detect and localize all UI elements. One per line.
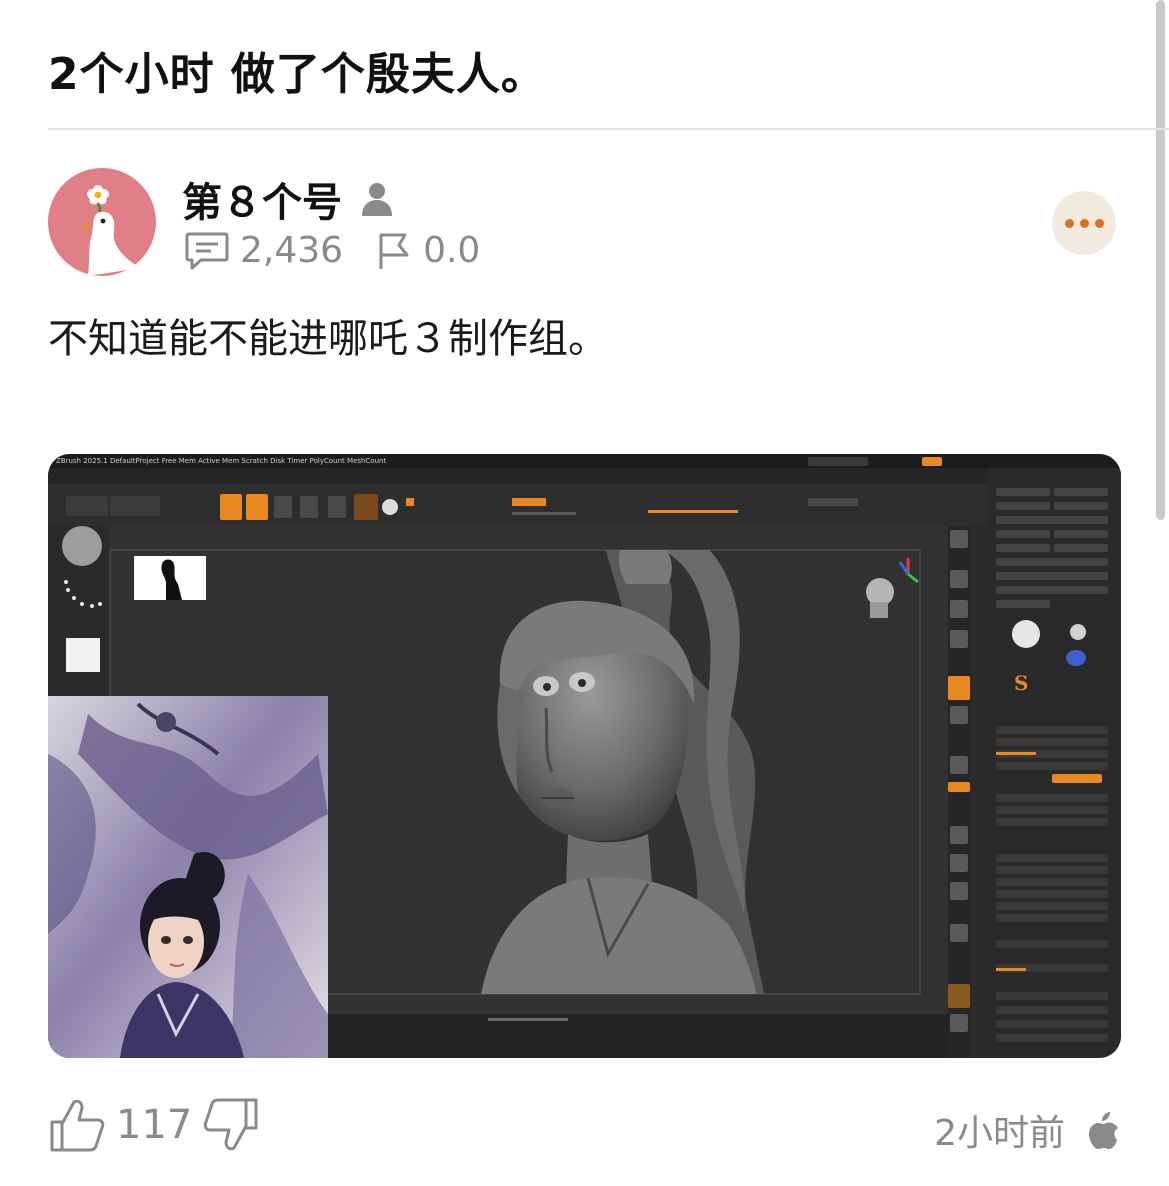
more-options-button[interactable] [1052, 191, 1116, 255]
zbrush-sculpt-screenshot: ZBrush 2025.1 DefaultProject Free Mem Ac… [48, 454, 1121, 1058]
author-row: 第８个号 [182, 170, 394, 228]
post-timestamp: 2小时前 [934, 1113, 1065, 1154]
author-avatar[interactable] [48, 168, 156, 276]
post-body: 不知道能不能进哪吒３制作组。 [48, 316, 608, 362]
post-footer-meta: 2小时前 [934, 1104, 1121, 1156]
flag-score[interactable]: 0.0 [423, 230, 480, 271]
apple-icon [1089, 1112, 1118, 1149]
svg-text:ZBrush 2025.1 DefaultProject: ZBrush 2025.1 DefaultProject Free Mem Ac… [56, 457, 386, 465]
goose-flower-avatar-icon [78, 185, 140, 276]
thumbs-up-icon[interactable] [48, 1096, 106, 1154]
comment-count[interactable]: 2,436 [240, 230, 343, 271]
author-name[interactable]: 第８个号 [182, 170, 342, 228]
more-dots-icon [1064, 218, 1074, 228]
page-scrollbar[interactable] [1156, 0, 1165, 520]
svg-text:S: S [1014, 671, 1028, 695]
like-count: 117 [116, 1102, 193, 1148]
post-image[interactable]: ZBrush 2025.1 DefaultProject Free Mem Ac… [48, 454, 1121, 1058]
person-icon [362, 183, 392, 216]
flag-icon [379, 233, 409, 269]
thumbs-down-icon[interactable] [202, 1096, 260, 1154]
title-divider [48, 128, 1169, 130]
comment-icon [185, 232, 229, 269]
reaction-bar: 117 [48, 1096, 260, 1154]
post-title: 2个小时 做了个殷夫人。 [48, 49, 546, 100]
post-stats: 2,436 0.0 [184, 230, 480, 271]
